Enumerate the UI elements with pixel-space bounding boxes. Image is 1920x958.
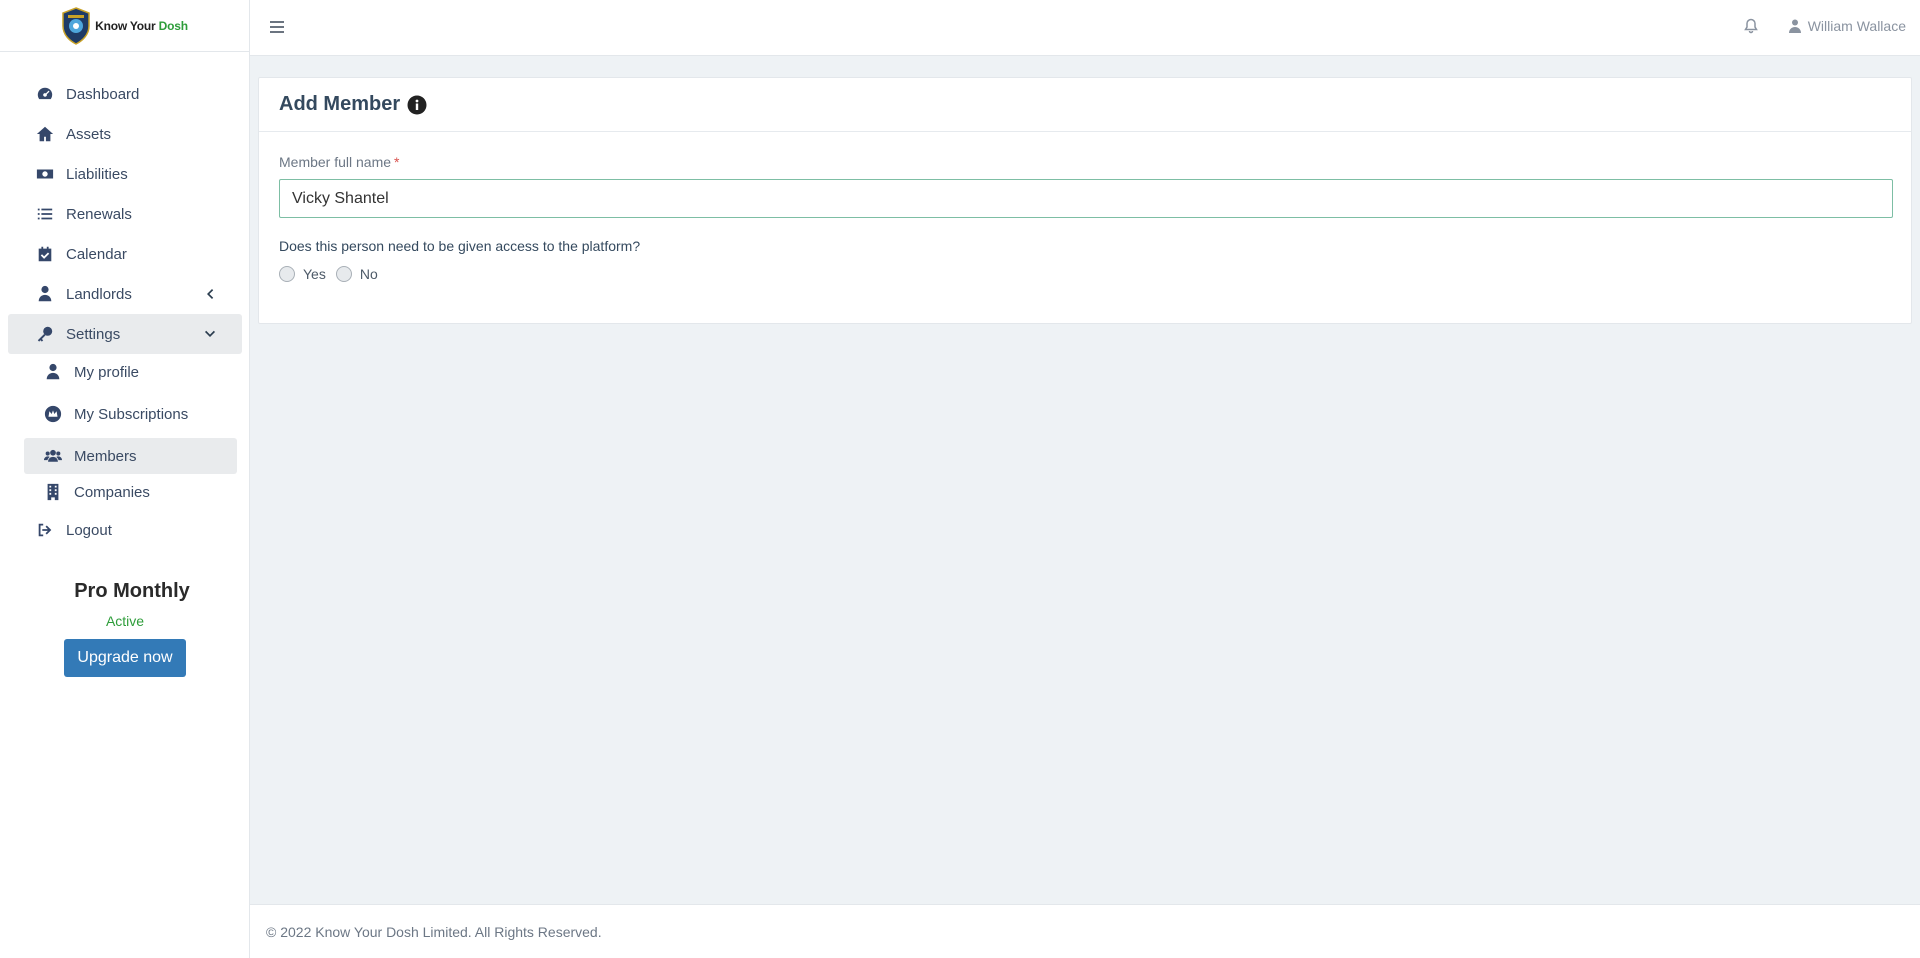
- sidebar-item-my-profile[interactable]: My profile: [24, 354, 237, 390]
- access-no-option[interactable]: No: [335, 266, 378, 282]
- sidebar-item-label: Settings: [66, 325, 121, 343]
- plan-name: Pro Monthly: [74, 580, 190, 602]
- home-icon: [36, 125, 54, 143]
- calendar-check-icon: [36, 245, 54, 263]
- sidebar-item-companies[interactable]: Companies: [24, 474, 237, 510]
- card-header: Add Member: [259, 78, 1911, 132]
- sidebar-item-assets[interactable]: Assets: [8, 114, 242, 154]
- sidebar-item-label: Liabilities: [66, 165, 128, 183]
- sidebar-item-label: My profile: [74, 363, 140, 381]
- member-name-label: Member full name *: [279, 154, 400, 170]
- footer: © 2022 Know Your Dosh Limited. All Right…: [250, 904, 1920, 958]
- sidebar-item-renewals[interactable]: Renewals: [8, 194, 242, 234]
- users-icon: [44, 447, 62, 465]
- info-icon[interactable]: [407, 95, 427, 115]
- brand[interactable]: Know Your Dosh: [0, 0, 249, 52]
- sidebar-item-liabilities[interactable]: Liabilities: [8, 154, 242, 194]
- sidebar-item-label: Companies: [74, 483, 150, 501]
- sidebar-item-label: Assets: [66, 125, 112, 143]
- top-bar: William Wallace: [250, 0, 1920, 56]
- hamburger-menu-icon[interactable]: [270, 21, 284, 35]
- sidebar-item-landlords[interactable]: Landlords: [8, 274, 242, 314]
- chevron-left-icon[interactable]: [204, 287, 216, 299]
- add-member-card: Add Member Member full name* Does this p…: [258, 77, 1912, 324]
- building-icon: [44, 483, 62, 501]
- sidebar-item-label: Dashboard: [66, 85, 140, 103]
- sign-out-icon: [36, 521, 54, 539]
- sidebar-item-label: Members: [74, 447, 137, 465]
- sidebar-item-settings[interactable]: Settings: [8, 314, 242, 354]
- money-bill-icon: [36, 165, 54, 183]
- access-no-radio[interactable]: [335, 266, 352, 282]
- radio-label: Yes: [303, 266, 326, 282]
- card-body: Member full name* Does this person need …: [259, 132, 1911, 282]
- upgrade-button[interactable]: Upgrade now: [64, 639, 186, 677]
- user-icon: [44, 363, 62, 381]
- user-tie-icon: [36, 285, 54, 303]
- shield-logo-icon: [62, 6, 90, 45]
- user-icon: [1788, 19, 1801, 33]
- bell-icon[interactable]: [1744, 18, 1760, 36]
- sidebar-item-calendar[interactable]: Calendar: [8, 234, 242, 274]
- sidebar-item-label: Logout: [66, 521, 112, 539]
- required-mark: *: [394, 154, 400, 170]
- page-title: Add Member: [279, 93, 401, 115]
- sidebar-item-logout[interactable]: Logout: [8, 510, 242, 550]
- user-menu[interactable]: William Wallace: [1788, 18, 1906, 34]
- crown-icon: [44, 405, 62, 423]
- access-radio-group: Yes No: [279, 266, 1891, 282]
- member-full-name-input[interactable]: [279, 179, 1893, 218]
- gauge-icon: [36, 85, 54, 103]
- sidebar-item-label: Renewals: [66, 205, 132, 223]
- sidebar: Know Your Dosh Dashboard Assets Liabilit…: [0, 0, 250, 958]
- radio-label: No: [359, 266, 378, 282]
- copyright-text: © 2022 Know Your Dosh Limited. All Right…: [266, 923, 602, 940]
- plan-status: Active: [105, 613, 145, 629]
- sidebar-item-dashboard[interactable]: Dashboard: [8, 74, 242, 114]
- sidebar-item-label: Landlords: [66, 285, 132, 303]
- sidebar-item-label: Calendar: [66, 245, 127, 263]
- plan-panel: Pro Monthly Active Upgrade now: [0, 580, 250, 677]
- access-yes-option[interactable]: Yes: [279, 266, 326, 282]
- access-question: Does this person need to be given access…: [279, 238, 641, 254]
- sidebar-item-members[interactable]: Members: [24, 438, 237, 474]
- brand-name: Know Your Dosh: [95, 18, 188, 33]
- settings-submenu: My profile My Subscriptions Members Comp…: [0, 354, 250, 510]
- user-name: William Wallace: [1807, 18, 1906, 34]
- list-icon: [36, 205, 54, 223]
- chevron-down-icon[interactable]: [204, 327, 216, 339]
- key-icon: [36, 325, 54, 343]
- sidebar-item-my-subscriptions[interactable]: My Subscriptions: [24, 390, 237, 438]
- sidebar-item-label: My Subscriptions: [74, 405, 189, 423]
- access-yes-radio[interactable]: [279, 266, 295, 282]
- sidebar-nav: Dashboard Assets Liabilities Renewals Ca…: [0, 74, 250, 550]
